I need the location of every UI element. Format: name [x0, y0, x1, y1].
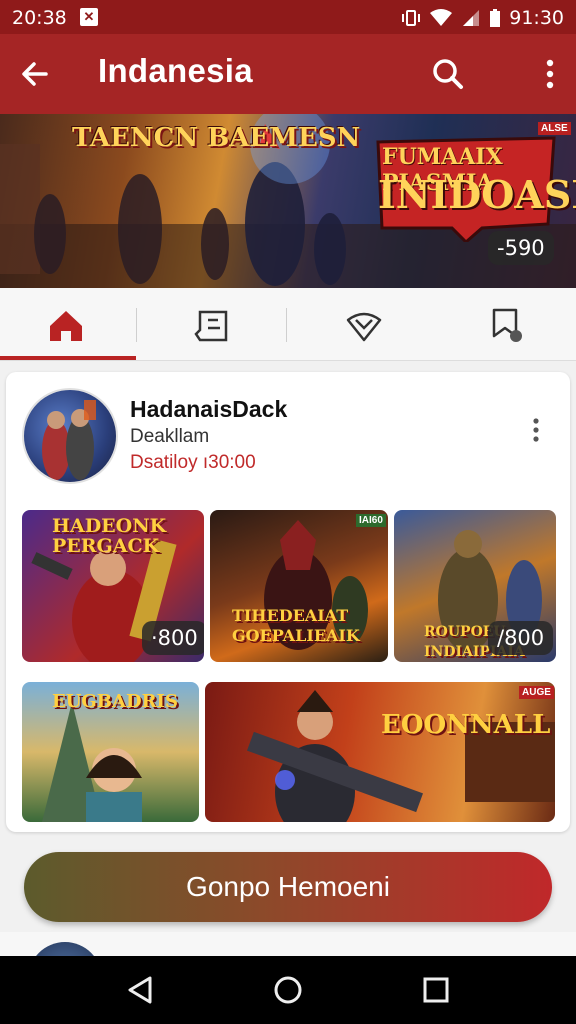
tile-price-tag: /800	[488, 621, 554, 655]
overflow-menu-button[interactable]	[532, 54, 568, 94]
tag-list-icon	[194, 310, 228, 342]
home-icon	[50, 311, 82, 341]
tile-title: HADEONK PERGACK	[52, 515, 167, 557]
tab-deals[interactable]	[296, 288, 432, 360]
avatar-artwork	[42, 400, 96, 480]
game-tile[interactable]: EUGBADRIS	[22, 682, 199, 822]
status-bar: 20:38 ✕ 91:30	[0, 0, 576, 34]
game-tile[interactable]: AUGE EOONNALL	[205, 682, 555, 822]
tile-price: /800	[488, 621, 554, 655]
wifi-icon	[430, 9, 453, 26]
tab-divider	[136, 308, 137, 342]
status-time: 20:38	[12, 7, 67, 29]
tab-profile[interactable]	[440, 288, 576, 360]
battery-icon	[490, 9, 501, 27]
more-vertical-icon	[546, 59, 554, 89]
tile-badge: AUGE	[519, 686, 554, 699]
tile-artwork	[247, 690, 555, 822]
hero-banner[interactable]: TAENCN BAEMESN FUMAAIX PIASMIA INIDOASIA…	[0, 114, 576, 288]
tab-divider	[286, 308, 287, 342]
tile-price: ·800	[142, 621, 204, 655]
hero-price-tag: -590	[488, 231, 554, 265]
search-button[interactable]	[428, 54, 468, 94]
hero-title-right: INIDOASIA	[378, 172, 576, 217]
avatar[interactable]	[22, 388, 118, 484]
notification-icon: ✕	[80, 8, 98, 26]
profile-name: HadanaisDack	[130, 396, 288, 422]
tab-home[interactable]	[0, 288, 136, 360]
signal-icon	[463, 10, 480, 26]
status-indicators: 91:30	[401, 7, 564, 29]
tile-title: EUGBADRIS	[52, 691, 178, 712]
square-recents-icon	[423, 977, 449, 1003]
diamond-icon	[346, 312, 382, 342]
hero-price: -590	[488, 231, 554, 265]
profile-subtitle: Deakllam	[130, 426, 210, 447]
nav-recents-button[interactable]	[416, 970, 456, 1010]
search-icon	[433, 59, 463, 89]
arrow-left-icon	[22, 62, 48, 86]
nav-back-button[interactable]	[120, 970, 160, 1010]
card-overflow-button[interactable]	[526, 416, 546, 446]
more-vertical-icon	[533, 418, 539, 442]
app-bar: Indanesia	[0, 34, 576, 114]
vibrate-icon	[402, 10, 421, 26]
triangle-back-icon	[128, 976, 152, 1004]
game-tile[interactable]: ROUPOEU INDIAIPIAIA /800	[394, 510, 556, 662]
tab-active-indicator	[0, 356, 136, 360]
tile-title: EOONNALL	[381, 710, 551, 740]
game-tile[interactable]: IAI60 TIHEDEAIAT GOEPALIEAIK	[210, 510, 388, 662]
circle-home-icon	[274, 976, 302, 1004]
back-button[interactable]	[16, 54, 56, 94]
status-clock-right: 91:30	[509, 7, 564, 29]
tile-badge: IAI60	[356, 514, 386, 527]
game-tile[interactable]: HADEONK PERGACK ·800	[22, 510, 204, 662]
page-title: Indanesia	[98, 52, 253, 89]
hero-title-left: TAENCN BAEMESN	[72, 123, 361, 153]
tab-list[interactable]	[144, 288, 280, 360]
cta-button[interactable]: Gonpo Hemoeni	[24, 852, 552, 922]
tab-bar	[0, 288, 576, 361]
nav-home-button[interactable]	[268, 970, 308, 1010]
profile-notification-icon	[492, 308, 522, 342]
tile-price-tag: ·800	[142, 621, 204, 655]
tile-title: TIHEDEAIAT GOEPALIEAIK	[232, 606, 360, 645]
hero-badge: ALSE	[538, 122, 571, 135]
system-nav-bar	[0, 956, 576, 1024]
profile-status: Dsatiloy ı30:00	[130, 452, 256, 473]
